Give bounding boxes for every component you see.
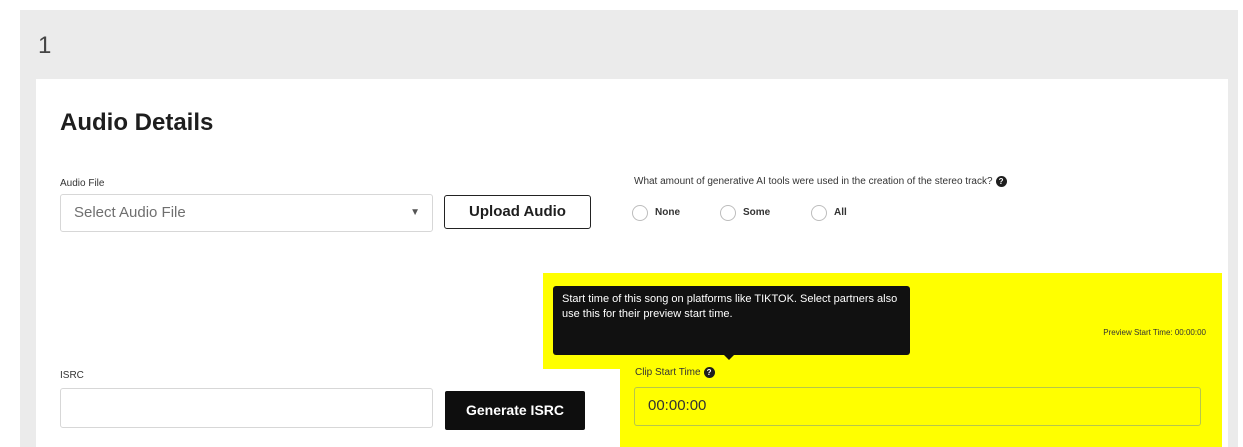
generate-isrc-button[interactable]: Generate ISRC — [445, 391, 585, 430]
radio-label-none: None — [655, 207, 680, 218]
tooltip-arrow — [723, 354, 735, 360]
radio-circle[interactable] — [632, 205, 648, 221]
section-number: 1 — [38, 32, 52, 59]
chevron-down-icon: ▼ — [410, 207, 420, 218]
audio-details-card: Audio Details Audio File Select Audio Fi… — [36, 79, 1228, 447]
page: 1 Audio Details Audio File Select Audio … — [0, 0, 1243, 447]
help-icon[interactable]: ? — [995, 176, 1007, 187]
help-icon[interactable]: ? — [703, 367, 715, 378]
ai-tools-question: What amount of generative AI tools were … — [634, 176, 1007, 187]
clip-start-label: Clip Start Time? — [635, 367, 715, 378]
audio-file-select-value: Select Audio File — [74, 204, 186, 221]
preview-start-time: Preview Start Time: 00:00:00 — [1103, 328, 1206, 337]
clip-start-tooltip: Start time of this song on platforms lik… — [553, 286, 910, 355]
isrc-label: ISRC — [60, 370, 84, 381]
clip-start-label-text: Clip Start Time — [635, 367, 701, 379]
radio-label-some: Some — [743, 207, 771, 218]
upload-audio-button[interactable]: Upload Audio — [444, 195, 591, 229]
section-panel: 1 Audio Details Audio File Select Audio … — [20, 10, 1238, 447]
radio-label-all: All — [834, 207, 847, 218]
audio-file-label: Audio File — [60, 178, 105, 189]
audio-file-select[interactable]: Select Audio File ▼ — [60, 194, 433, 232]
clip-start-time-input[interactable]: 00:00:00 — [634, 387, 1201, 426]
radio-circle[interactable] — [811, 205, 827, 221]
isrc-input[interactable] — [60, 388, 433, 428]
ai-tools-question-text: What amount of generative AI tools were … — [634, 176, 993, 188]
section-title: Audio Details — [60, 109, 214, 136]
radio-circle[interactable] — [720, 205, 736, 221]
